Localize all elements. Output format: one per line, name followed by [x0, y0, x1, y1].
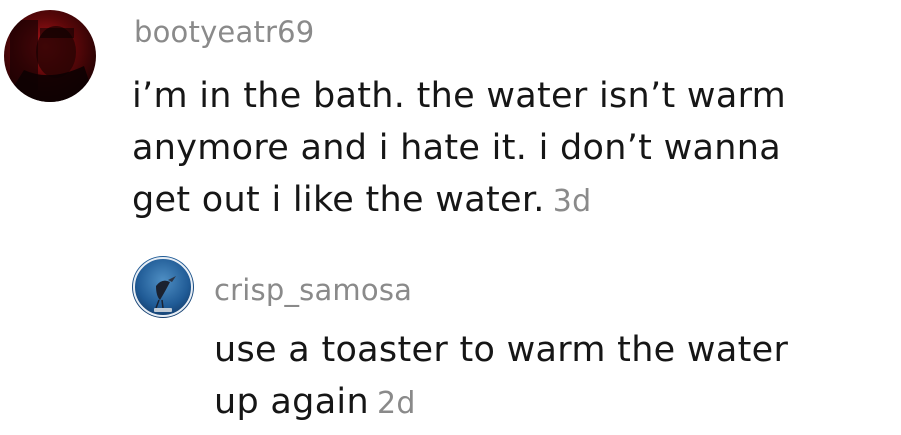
user-photo-icon: [4, 10, 96, 102]
user-photo-icon: [132, 256, 194, 318]
timestamp: 3d: [552, 184, 592, 219]
comment-text: i’m in the bath. the water isn’t warm an…: [132, 70, 786, 228]
timestamp: 2d: [376, 386, 416, 421]
comment: bootyeatr69 i’m in the bath. the water i…: [0, 0, 901, 230]
avatar[interactable]: [4, 10, 96, 102]
username[interactable]: bootyeatr69: [134, 15, 314, 49]
username[interactable]: crisp_samosa: [214, 273, 412, 307]
comment-line-last: up again 2d: [214, 376, 788, 430]
comment-line-text: up again: [214, 382, 369, 422]
comment-line-last: get out i like the water. 3d: [132, 174, 786, 228]
reply-comment: crisp_samosa use a toaster to warm the w…: [0, 240, 901, 435]
avatar[interactable]: [132, 256, 194, 318]
comment-text: use a toaster to warm the water up again…: [214, 324, 788, 430]
comment-line: i’m in the bath. the water isn’t warm: [132, 76, 787, 116]
comment-line-text: get out i like the water.: [132, 180, 545, 220]
comment-line: anymore and i hate it. i don’t wanna: [132, 128, 781, 168]
comment-line: use a toaster to warm the water: [214, 330, 789, 370]
